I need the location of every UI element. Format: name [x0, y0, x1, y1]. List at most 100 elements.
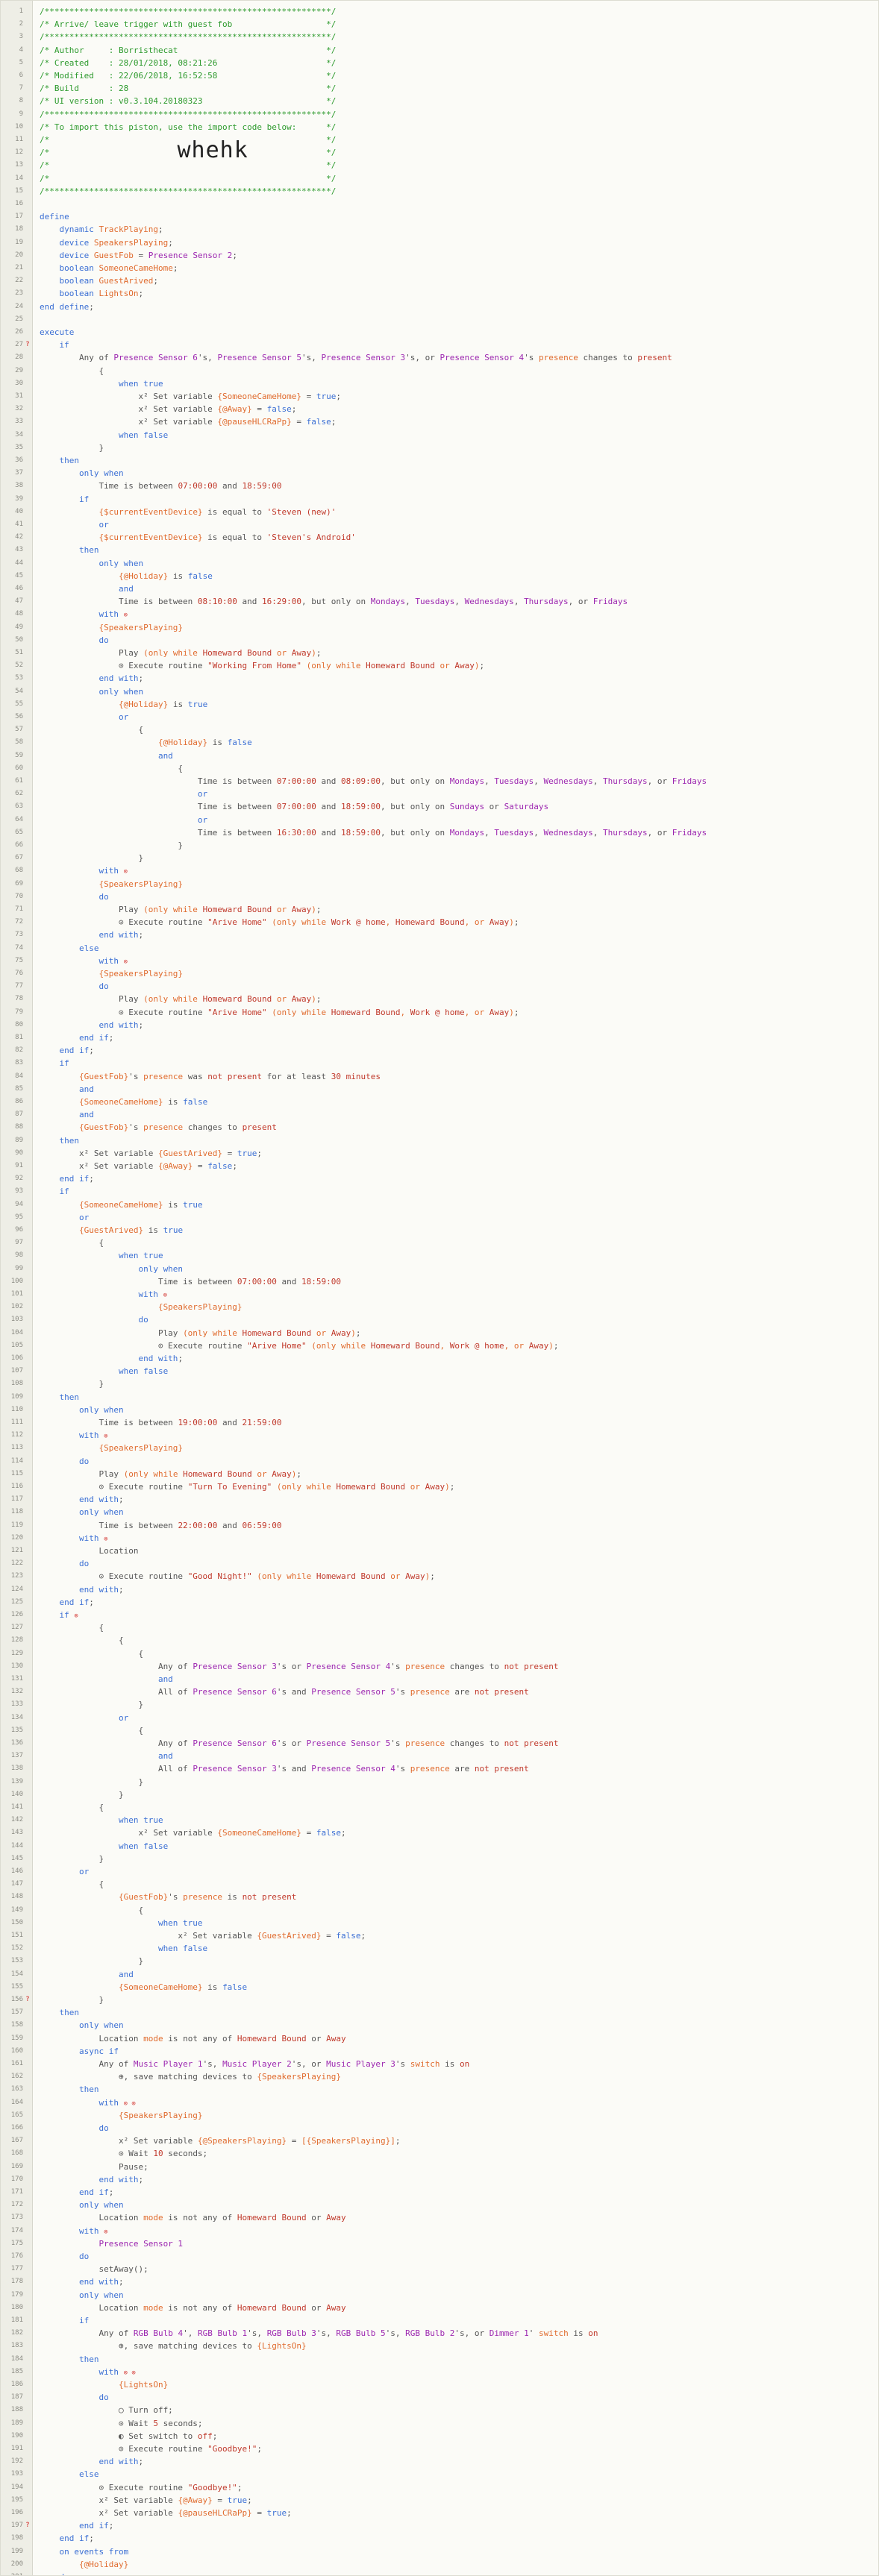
line-number: 36 [15, 456, 23, 464]
code-line: x² Set variable {SomeoneCameHome} = fals… [40, 1826, 878, 1839]
line-number: 14 [15, 174, 23, 182]
code-token: was [183, 1071, 208, 1081]
code-token: (only while [311, 1340, 371, 1351]
code-token: , but only on [380, 776, 450, 786]
code-token: 's [524, 353, 539, 363]
line-number: 164 [10, 2098, 23, 2106]
code-line: } [40, 1698, 878, 1711]
code-line: x² Set variable {GuestArived} = true; [40, 1147, 878, 1160]
code-token: 18:59:00 [301, 1276, 341, 1287]
code-token: Thursdays [603, 827, 648, 838]
code-token: {@Away} [178, 2495, 213, 2505]
line-number: 187 [10, 2393, 23, 2401]
code-line: x² Set variable {@Away} = true; [40, 2494, 878, 2507]
code-token: 18:59:00 [341, 827, 381, 838]
code-token: , [513, 597, 525, 607]
line-number: 118 [10, 1508, 23, 1516]
code-token: Homeward Bound [237, 2302, 307, 2313]
code-line: do [40, 2250, 878, 2263]
code-line: {SpeakersPlaying} [40, 967, 878, 980]
code-line: if [40, 339, 878, 351]
line-number: 7 [19, 84, 23, 92]
line-number: 137 [10, 1752, 23, 1760]
code-line: /***************************************… [40, 185, 878, 198]
code-token: "Working From Home" [207, 661, 302, 671]
code-token: x² Set variable [40, 1828, 218, 1838]
line-number: 67 [15, 854, 23, 862]
code-line: } [40, 839, 878, 852]
code-token: Homeward Bound [331, 1007, 401, 1017]
line-number: 93 [15, 1187, 23, 1196]
code-token: Away [489, 1007, 510, 1017]
warning-marker-icon[interactable]: ? [25, 2519, 31, 2532]
line-number: 97 [15, 1239, 23, 1247]
code-token: do [40, 1315, 148, 1325]
code-token: ; [89, 1597, 94, 1607]
code-token: ; [178, 1354, 184, 1363]
code-token: All of [40, 1687, 193, 1697]
code-token: {SpeakersPlaying} [257, 2072, 341, 2082]
code-token: on [588, 2328, 598, 2339]
line-number: 106 [10, 1354, 23, 1362]
code-token: on events from [40, 2546, 129, 2557]
line-number: 35 [15, 443, 23, 451]
code-token: presence [538, 353, 578, 363]
code-line: { [40, 1621, 878, 1634]
code-token: changes to [183, 1122, 243, 1133]
line-number: 89 [15, 1136, 23, 1144]
code-token: not present [474, 1764, 529, 1774]
warning-marker-icon[interactable]: ? [25, 339, 31, 351]
code-token: ; [553, 1340, 559, 1351]
code-token: Time is between [40, 481, 178, 491]
code-token: or [40, 1712, 129, 1723]
code-token: 5 [153, 2418, 158, 2428]
code-token: , [454, 597, 465, 607]
code-token: 's [168, 1892, 184, 1903]
code-token: {$currentEventDevice} [98, 533, 203, 543]
code-token: SomeoneCameHome [98, 263, 173, 273]
code-token: ⊙ Execute routine [40, 1482, 188, 1492]
code-line: end if; [40, 2519, 878, 2532]
code-token: end with [40, 2457, 139, 2467]
code-line: or [40, 1865, 878, 1878]
code-token: and [316, 776, 341, 786]
line-number: 69 [15, 879, 23, 888]
code-line: end with; [40, 1352, 878, 1365]
code-token: or [272, 648, 292, 658]
code-line: { [40, 1647, 878, 1660]
line-number: 85 [15, 1084, 23, 1093]
line-number: 66 [15, 841, 23, 849]
code-line: ⊙ Execute routine "Goodbye!"; [40, 2481, 878, 2494]
code-token: or [40, 712, 129, 722]
code-token: Time is between [40, 776, 277, 786]
line-number: 198 [10, 2534, 23, 2542]
code-line: do [40, 634, 878, 647]
code-token: = [193, 1161, 208, 1171]
code-token: } [40, 1956, 144, 1967]
line-number: 166 [10, 2124, 23, 2132]
line-number: 26 [15, 328, 23, 336]
code-line: ⊙ Execute routine "Arive Home" (only whi… [40, 1006, 878, 1019]
code-token: ) [311, 648, 316, 658]
code-line: and [40, 1750, 878, 1762]
line-number: 76 [15, 970, 23, 977]
code-token: is [202, 1982, 223, 1992]
line-number: 84 [15, 1072, 23, 1080]
code-token: only when [40, 1263, 184, 1274]
code-line: end with; [40, 672, 878, 685]
code-token: 's [390, 1738, 406, 1748]
warning-marker-icon[interactable]: ? [25, 1994, 31, 2006]
code-token: boolean [40, 263, 99, 273]
code-token: , but only on [380, 802, 450, 812]
code-line: } [40, 1994, 878, 2006]
code-line: Play (only while Homeward Bound or Away)… [40, 1327, 878, 1339]
code-token: , or [504, 1340, 529, 1351]
code-token: seconds; [163, 2149, 208, 2159]
code-token: , or [464, 917, 489, 928]
code-token: ; [232, 250, 237, 260]
line-number: 56 [15, 713, 23, 720]
code-line: Time is between 08:10:00 and 16:29:00, b… [40, 595, 878, 608]
code-token: All of [40, 1764, 193, 1774]
code-token: and [276, 1276, 302, 1287]
line-number: 12 [15, 148, 23, 157]
